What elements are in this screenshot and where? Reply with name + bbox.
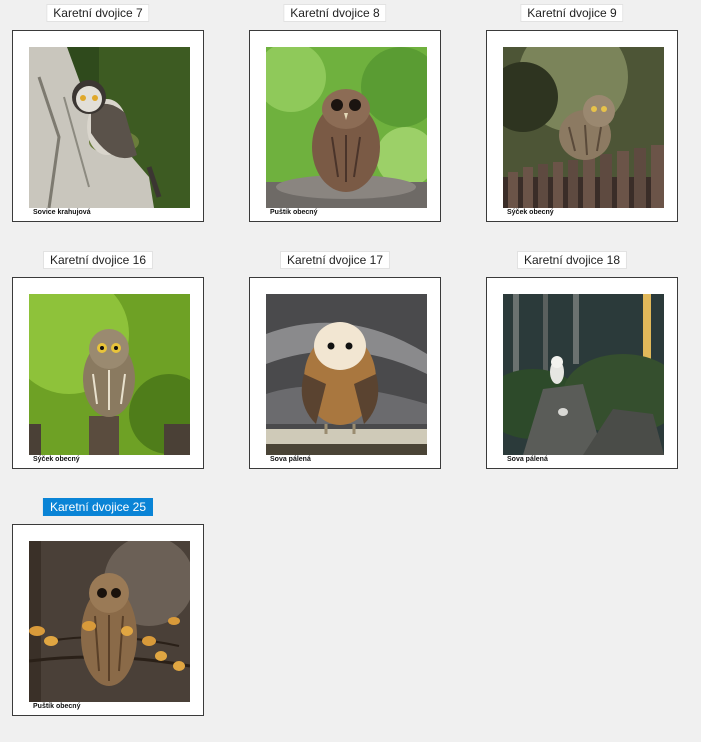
card-pair-label[interactable]: Karetní dvojice 9 (520, 4, 624, 22)
owl-photo-little-owl (503, 47, 664, 208)
card-pair-tile-25[interactable]: Karetní dvojice 25 Puštík obecný (0, 494, 204, 716)
card-pair-tile-16[interactable]: Karetní dvojice 16 Sýček obecný (0, 247, 204, 469)
owl-photo-northern-hawk-owl (29, 47, 190, 208)
owl-photo (503, 294, 664, 455)
owl-photo (503, 47, 664, 208)
owl-caption: Sýček obecný (33, 456, 80, 463)
owl-photo (29, 541, 190, 702)
owl-photo-barn-owl (266, 294, 427, 455)
owl-caption: Puštík obecný (33, 703, 81, 710)
owl-caption: Sovice krahujová (33, 209, 91, 216)
card-pair-tile-17[interactable]: Karetní dvojice 17 Sova pálená (237, 247, 441, 469)
owl-photo-tawny-owl (266, 47, 427, 208)
card-pair-tile-7[interactable]: Karetní dvojice 7 Sovice krahujová (0, 0, 204, 222)
card-pair-tile-18[interactable]: Karetní dvojice 18 Sova pálená (474, 247, 678, 469)
owl-photo-little-owl (29, 294, 190, 455)
owl-photo-barn-owl (503, 294, 664, 455)
card-pair-label[interactable]: Karetní dvojice 17 (279, 251, 391, 269)
owl-card[interactable]: Sýček obecný (12, 277, 204, 469)
owl-card[interactable]: Sova pálená (249, 277, 441, 469)
owl-card[interactable]: Sovice krahujová (12, 30, 204, 222)
owl-caption: Sova pálená (270, 456, 311, 463)
owl-photo (29, 294, 190, 455)
card-pair-label-selected[interactable]: Karetní dvojice 25 (42, 498, 154, 516)
card-pair-tile-8[interactable]: Karetní dvojice 8 Puštík obecný (237, 0, 441, 222)
owl-caption: Sova pálená (507, 456, 548, 463)
card-pair-label[interactable]: Karetní dvojice 8 (283, 4, 387, 22)
owl-caption: Sýček obecný (507, 209, 554, 216)
owl-photo-tawny-owl (29, 541, 190, 702)
owl-card[interactable]: Sýček obecný (486, 30, 678, 222)
owl-photo (29, 47, 190, 208)
card-pair-label[interactable]: Karetní dvojice 18 (516, 251, 628, 269)
owl-card[interactable]: Puštík obecný (249, 30, 441, 222)
owl-caption: Puštík obecný (270, 209, 318, 216)
card-pair-tile-9[interactable]: Karetní dvojice 9 Sýček obecný (474, 0, 678, 222)
card-pair-label[interactable]: Karetní dvojice 7 (46, 4, 150, 22)
owl-photo (266, 47, 427, 208)
owl-card[interactable]: Puštík obecný (12, 524, 204, 716)
card-pair-label[interactable]: Karetní dvojice 16 (42, 251, 154, 269)
owl-photo (266, 294, 427, 455)
owl-card[interactable]: Sova pálená (486, 277, 678, 469)
